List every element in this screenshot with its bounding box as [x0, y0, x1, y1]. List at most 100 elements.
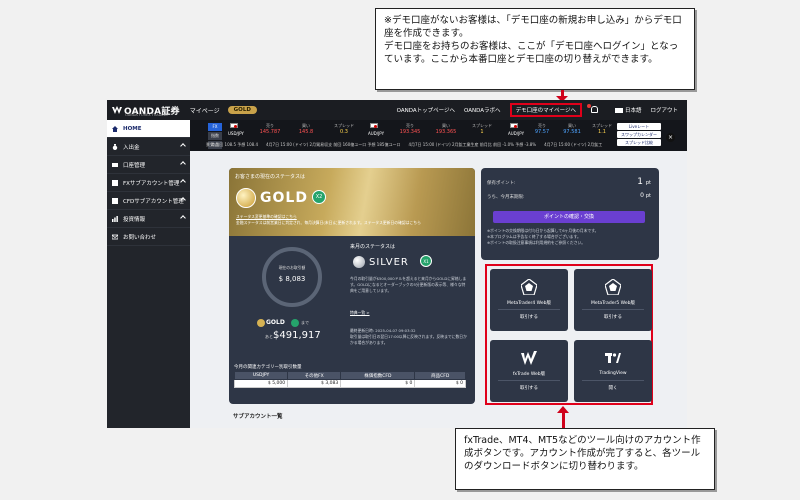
notification-bell[interactable] — [586, 103, 607, 115]
close-icon[interactable]: × — [666, 133, 675, 142]
link-oanda-top[interactable]: OANDAトップページへ — [397, 106, 455, 114]
rate-ticker-bar: FX 指数 商品 USD/JPY 売り 145.787 買い 145.8 スプレッド… — [190, 120, 687, 151]
swap-calendar-button[interactable]: スワップカレンダー — [617, 131, 661, 138]
silver-coin-icon — [353, 256, 365, 268]
callout-tool-note: fxTrade、MT4、MT5などのツール向けのアカウント作成ボタンです。アカウ… — [455, 428, 715, 490]
tutorial-stage: ※デモ口座がないお客様は、「デモ口座の新規お申し込み」からデモ口座を作成できます… — [0, 0, 800, 500]
sidebar-item-cfd-sub[interactable]: CFDサブアカウント管理 — [107, 192, 190, 210]
top-navbar: OANDA証券 OANDA FOREX TRADING マイページ GOLD O… — [107, 100, 687, 120]
flag-icon — [510, 123, 518, 128]
points-unit: pt — [645, 180, 651, 186]
remain-value: $491,917 — [273, 330, 321, 341]
tool-action[interactable]: 開く — [574, 385, 652, 391]
spread-value: 0.3 — [340, 129, 348, 135]
sell-price[interactable]: 売り 193.345 — [394, 123, 426, 135]
tool-card-mt5[interactable]: MetaTrader5 Web版 取引する — [574, 269, 652, 331]
mt4-icon — [520, 278, 538, 296]
tab-fx[interactable]: FX — [208, 123, 222, 131]
buy-value: 145.8 — [298, 129, 314, 135]
benefits-link[interactable]: 特典一覧 > — [350, 310, 370, 316]
link-demo-mypage[interactable]: デモ口座のマイページへ — [509, 103, 582, 117]
tool-account-grid: MetaTrader4 Web版 取引する MetaTrader5 Web版 取… — [485, 264, 653, 405]
tab-index[interactable]: 指数 — [208, 132, 222, 140]
table-cell: $ 0 — [340, 379, 416, 388]
news-ticker: 景気 前回 108.5 予想 108.4 4月7日 15:00 (ドイツ) 2月… — [206, 142, 603, 147]
pair-name: AUD/JPY — [508, 131, 525, 136]
live-rate-button[interactable]: Liveレート — [617, 123, 661, 130]
status-title: GOLD — [260, 190, 308, 206]
sidebar-item-home[interactable]: HOME — [107, 120, 190, 138]
mt5-icon — [604, 278, 622, 296]
next-status-title: SILVER — [369, 257, 409, 268]
arrow-bottom-head — [557, 406, 569, 413]
tool-action[interactable]: 取引する — [490, 314, 568, 320]
link-logout[interactable]: ログアウト — [650, 106, 678, 114]
sell-value: 145.787 — [259, 129, 281, 135]
tool-action[interactable]: 取引する — [574, 314, 652, 320]
ring-label: 現在のお取引額 — [278, 265, 306, 270]
divider — [498, 380, 560, 381]
tool-name: MetaTrader5 Web版 — [591, 301, 635, 306]
spread: スプレッド 1.1 — [586, 123, 618, 135]
tool-card-tradingview[interactable]: TradingView 開く — [574, 340, 652, 402]
sidebar-item-account[interactable]: 口座管理 — [107, 156, 190, 174]
tool-card-mt4[interactable]: MetaTrader4 Web版 取引する — [490, 269, 568, 331]
subaccount-list-title: サブアカウント一覧 — [233, 414, 283, 420]
sidebar-item-fx-sub[interactable]: FXサブアカウント管理 — [107, 174, 190, 192]
cfd-icon — [112, 197, 118, 204]
rate-buttons: Liveレート スワップカレンダー スプレッド比較 — [617, 123, 661, 147]
sell-value: 193.345 — [399, 129, 421, 135]
tool-name: MetaTrader4 Web版 — [507, 301, 551, 306]
mail-icon — [111, 234, 119, 240]
points-expire-number: 0 — [640, 192, 644, 199]
sidebar-item-invest-info[interactable]: 投資情報 — [107, 210, 190, 228]
table-header: 商品CFD — [414, 371, 466, 380]
sidebar-item-contact[interactable]: お問い合わせ — [107, 228, 190, 246]
sell-price[interactable]: 売り 97.57 — [526, 123, 558, 135]
buy-price[interactable]: 買い 193.365 — [430, 123, 462, 135]
home-icon — [112, 125, 118, 132]
buy-price[interactable]: 買い 145.8 — [290, 123, 322, 135]
pair-name: USD/JPY — [228, 131, 244, 136]
multiplier-badge: X2 — [312, 190, 326, 204]
status-note: ステータス変更基準の確認はこちら 金融ステータスは前営業日に判定され、毎月決算日… — [236, 214, 456, 225]
points-panel: 保有ポイント: 1 pt うち、今月末期限: 0 pt ポイントの確認・交換 ※… — [481, 168, 659, 260]
link-oanda-lab[interactable]: OANDAラボへ — [464, 106, 501, 114]
status-panel: お客さまの現在のステータスは GOLD X2 ステータス変更基準の確認はこちら … — [229, 168, 475, 404]
tool-name: TradingView — [599, 371, 627, 376]
buy-price[interactable]: 買い 97.581 — [556, 123, 588, 135]
buy-value: 97.581 — [563, 129, 581, 135]
spread-compare-button[interactable]: スプレッド比較 — [617, 139, 661, 146]
link-language[interactable]: 日本語 — [625, 106, 642, 114]
mypage-label: マイページ — [189, 107, 220, 115]
gold-coin-icon — [236, 188, 256, 208]
divider — [582, 380, 644, 381]
tool-action[interactable]: 取引する — [490, 385, 568, 391]
spread: スプレッド 0.3 — [328, 123, 360, 135]
sidebar-item-label: CFDサブアカウント管理 — [123, 198, 184, 205]
points-hold-label: 保有ポイント: — [487, 181, 516, 186]
spread-value: 1.1 — [598, 129, 606, 135]
sell-price[interactable]: 売り 145.787 — [254, 123, 286, 135]
money-bag-icon — [112, 143, 118, 150]
sidebar-item-label: 口座管理 — [123, 162, 146, 169]
spread-value: 1 — [480, 129, 484, 135]
sidebar-item-deposit[interactable]: 入出金 — [107, 138, 190, 156]
flag-jp-icon — [614, 107, 623, 113]
chevron-up-icon — [180, 143, 186, 149]
status-header: お客さまの現在のステータスは — [235, 174, 306, 180]
arrow-bottom-shaft — [562, 412, 565, 428]
oanda-logo[interactable]: OANDA証券 OANDA FOREX TRADING — [112, 104, 180, 117]
table-cell: $ 5,000 — [233, 379, 289, 388]
next-multiplier-badge: X1 — [420, 255, 432, 267]
tool-card-fxtrade[interactable]: fxTrade Web版 取引する — [490, 340, 568, 402]
callout-demo-note: ※デモ口座がないお客様は、「デモ口座の新規お申し込み」からデモ口座を作成できます… — [375, 8, 695, 90]
points-hold-value: 1 pt — [637, 177, 651, 187]
bell-icon — [586, 103, 598, 113]
sidebar-item-label: お問い合わせ — [123, 234, 157, 241]
flag-icon — [230, 123, 238, 128]
goal-status: GOLD — [266, 319, 285, 326]
points-exchange-button[interactable]: ポイントの確認・交換 — [493, 211, 645, 223]
goal-badge-icon — [291, 319, 299, 327]
status-update-note: 金融ステータスは前営業日に判定され、毎月決算日(末日)に更新されます。ステータス… — [236, 219, 421, 225]
